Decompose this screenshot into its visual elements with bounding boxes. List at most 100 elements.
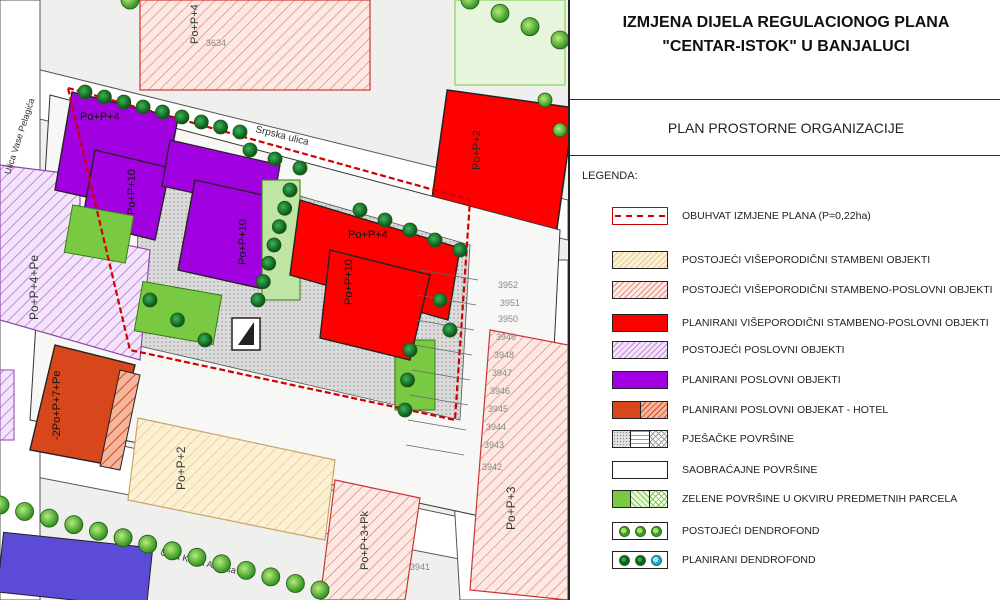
label-east-pink: Po+P+3 — [504, 486, 518, 530]
tree-icon — [261, 567, 281, 587]
plan-map: Po+P+4 3634 Po+P+2 Po+P+4+Pe Po+P+4 Po+P… — [0, 0, 568, 600]
legend-item-existing-residential: POSTOJEĆI VIŠEPORODIČNI STAMBENI OBJEKTI — [612, 251, 930, 269]
label-hotel: -2Po+P+7+Pe — [51, 371, 63, 440]
tree-icon — [174, 109, 190, 125]
legend-item-boundary: OBUHVAT IZMJENE PLANA (P=0,22ha) — [612, 207, 871, 225]
planned-business-swatch — [612, 371, 668, 389]
legend-item-pedestrian: PJEŠAČKE POVRŠINE — [612, 430, 794, 448]
tree-icon — [552, 122, 568, 138]
tree-icon — [77, 84, 93, 100]
legend-label: PLANIRANI VIŠEPORODIČNI STAMBENO-POSLOVN… — [682, 317, 989, 329]
tree-icon — [15, 502, 35, 521]
tree-icon — [442, 322, 458, 338]
tree-icon — [400, 372, 415, 388]
tree-icon — [292, 160, 308, 176]
tree-icon — [142, 292, 158, 308]
legend-label: ZELENE POVRŠINE U OKVIRU PREDMETNIH PARC… — [682, 493, 958, 505]
tree-icon — [250, 292, 266, 308]
legend-label: PJEŠAČKE POVRŠINE — [682, 433, 795, 445]
green-area-1 — [63, 204, 135, 264]
label-top-pink: Po+P+4 — [189, 4, 201, 44]
tree-icon — [271, 219, 287, 235]
tree-icon — [650, 554, 662, 566]
label-biz-east: Po+P+10 — [237, 219, 249, 265]
tree-icon — [650, 525, 662, 537]
tree-icon — [138, 534, 158, 554]
legend-item-planned-trees: PLANIRANI DENDROFOND — [612, 551, 816, 569]
tree-icon — [352, 202, 368, 218]
plan-subtitle: PLAN PROSTORNE ORGANIZACIJE — [570, 100, 1000, 156]
tree-icon — [232, 124, 248, 140]
tree-icon — [550, 30, 568, 50]
tree-icon — [490, 3, 510, 23]
existing-residential-business-swatch — [612, 281, 668, 299]
legend-label: POSTOJEĆI VIŠEPORODIČNI STAMBENI OBJEKTI — [682, 254, 931, 266]
tree-icon — [282, 182, 298, 198]
tree-icon — [285, 574, 305, 593]
tree-icon — [113, 528, 133, 548]
plan-title-line1: IZMJENA DIJELA REGULACIONOG PLANA — [622, 14, 950, 31]
tree-icon — [170, 312, 185, 328]
tree-icon — [402, 342, 418, 358]
tree-icon — [266, 237, 282, 253]
tree-icon — [634, 525, 646, 537]
label-existing-biz: Po+P+4+Pe — [27, 255, 41, 320]
legend-item-planned-residential-business: PLANIRANI VIŠEPORODIČNI STAMBENO-POSLOVN… — [612, 314, 989, 332]
tree-icon — [634, 554, 646, 566]
parcel-plaza: 3941 — [410, 562, 430, 572]
parcel-east-4: 3948 — [494, 350, 514, 360]
boundary-swatch — [612, 207, 668, 225]
label-biz-nw: Po+P+4 — [80, 111, 120, 123]
legend-label: OBUHVAT IZMJENE PLANA (P=0,22ha) — [682, 210, 871, 222]
tree-icon — [213, 119, 229, 135]
legend-item-existing-business: POSTOJEĆI POSLOVNI OBJEKTI — [612, 341, 845, 359]
tree-icon — [236, 561, 256, 580]
legend-item-planned-business: PLANIRANI POSLOVNI OBJEKTI — [612, 371, 841, 389]
title-block: IZMJENA DIJELA REGULACIONOG PLANA "CENTA… — [570, 0, 1000, 100]
tree-icon — [187, 547, 207, 567]
tree-icon — [155, 104, 170, 120]
parcel-east-5: 3947 — [492, 368, 512, 378]
pedestrian-swatch — [612, 430, 668, 448]
parcel-east-3: 3949 — [496, 332, 516, 342]
existing-business-swatch — [612, 341, 668, 359]
existing-trees-swatch — [612, 522, 668, 540]
parcel-east-2: 3950 — [498, 314, 518, 324]
parcel-east-1: 3951 — [500, 298, 520, 308]
tree-icon — [432, 292, 448, 308]
traffic-swatch — [612, 461, 668, 479]
tree-icon — [618, 525, 630, 537]
label-biz-center: Po+P+10 — [126, 169, 138, 215]
tree-icon — [64, 515, 84, 534]
tree-icon — [310, 580, 330, 600]
tree-icon — [242, 142, 258, 158]
parcel-east-8: 3944 — [486, 422, 506, 432]
plan-map-drawing: Po+P+4 3634 Po+P+2 Po+P+4+Pe Po+P+4 Po+P… — [0, 0, 568, 600]
legend-panel: IZMJENA DIJELA REGULACIONOG PLANA "CENTA… — [568, 0, 1000, 600]
planned-residential-business-swatch — [612, 314, 668, 332]
tree-icon — [267, 151, 283, 167]
plan-title-line2: "CENTAR-ISTOK" U BANJALUCI — [662, 38, 910, 55]
label-res-1: Po+P+4 — [348, 229, 388, 241]
tree-icon — [402, 222, 418, 238]
legend-label: POSTOJEĆI DENDROFOND — [682, 525, 820, 537]
tree-icon — [618, 554, 630, 566]
legend-label: SAOBRAĆAJNE POVRŠINE — [682, 464, 818, 476]
tree-icon — [197, 332, 213, 348]
green-swatch — [612, 490, 668, 508]
label-south-beige: Po+P+2 — [174, 446, 188, 490]
legend-item-existing-residential-business: POSTOJEĆI VIŠEPORODIČNI STAMBENO-POSLOVN… — [612, 281, 993, 299]
tree-icon — [397, 402, 413, 418]
existing-residential-swatch — [612, 251, 668, 269]
legend-label: PLANIRANI POSLOVNI OBJEKAT - HOTEL — [682, 404, 889, 416]
label-ne-red: Po+P+2 — [471, 130, 483, 170]
tree-icon — [39, 508, 59, 528]
legend-item-traffic: SAOBRAĆAJNE POVRŠINE — [612, 461, 817, 479]
parcel-east-7: 3945 — [488, 404, 508, 414]
legend-label: POSTOJEĆI VIŠEPORODIČNI STAMBENO-POSLOVN… — [682, 284, 993, 296]
parcel-east-9: 3943 — [484, 440, 504, 450]
legend-heading: LEGENDA: — [582, 170, 638, 182]
legend-item-existing-trees: POSTOJEĆI DENDROFOND — [612, 522, 819, 540]
planned-hotel-swatch — [612, 401, 668, 419]
tree-icon — [116, 94, 132, 110]
